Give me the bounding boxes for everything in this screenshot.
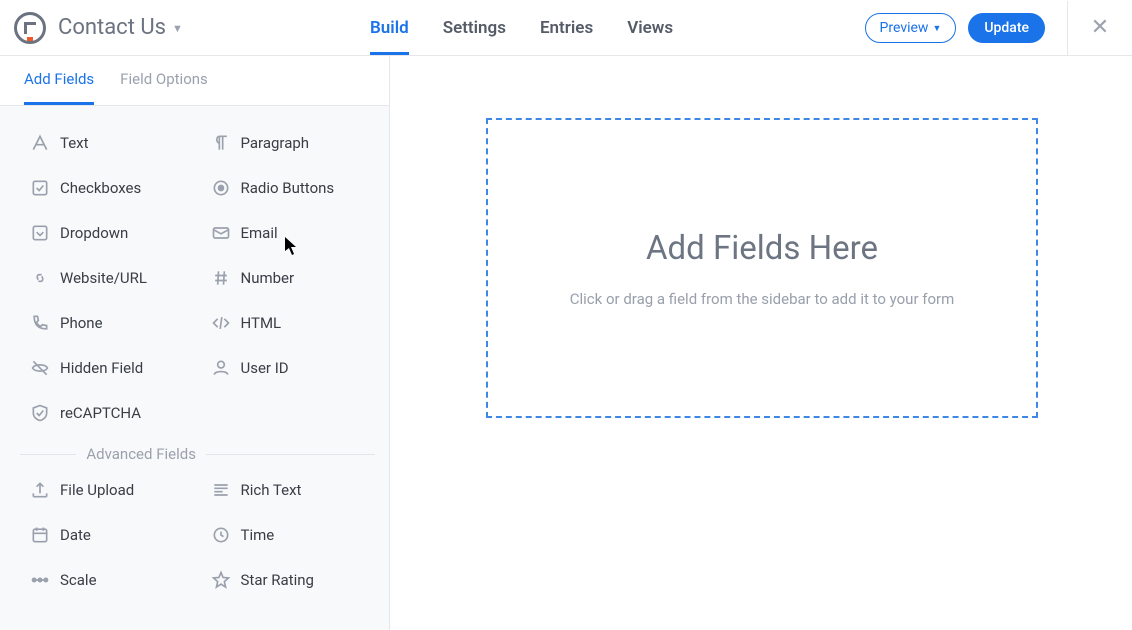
fields-panel: Text Paragraph Checkboxes [0, 106, 389, 602]
field-label: HTML [241, 314, 282, 332]
form-canvas: Add Fields Here Click or drag a field fr… [390, 56, 1132, 630]
field-label: Phone [60, 314, 103, 332]
paragraph-icon [201, 133, 241, 153]
field-time[interactable]: Time [201, 512, 376, 557]
close-icon[interactable]: ✕ [1086, 15, 1114, 40]
preview-label: Preview [880, 20, 929, 36]
tab-build[interactable]: Build [370, 0, 409, 55]
field-text[interactable]: Text [20, 120, 195, 165]
time-icon [201, 525, 241, 545]
field-radio-buttons[interactable]: Radio Buttons [201, 165, 376, 210]
field-label: Rich Text [241, 481, 302, 499]
field-label: reCAPTCHA [60, 404, 141, 422]
body: Add Fields Field Options Text Paragraph [0, 56, 1132, 630]
field-recaptcha[interactable]: reCAPTCHA [20, 390, 195, 435]
divider [1067, 1, 1068, 55]
sidebar-tabs: Add Fields Field Options [0, 56, 389, 106]
star-icon [201, 570, 241, 590]
recaptcha-icon [20, 403, 60, 423]
drop-zone-title: Add Fields Here [646, 229, 878, 268]
tab-entries[interactable]: Entries [540, 0, 593, 55]
field-label: Scale [60, 571, 97, 589]
basic-fields: Text Paragraph Checkboxes [20, 120, 375, 435]
field-html[interactable]: HTML [201, 300, 376, 345]
field-label: Time [241, 526, 275, 544]
field-email[interactable]: Email [201, 210, 376, 255]
tab-settings[interactable]: Settings [443, 0, 506, 55]
hash-icon [201, 268, 241, 288]
hidden-icon [20, 358, 60, 378]
sidebar-tab-add-fields[interactable]: Add Fields [24, 70, 94, 105]
preview-button[interactable]: Preview ▼ [865, 13, 957, 43]
drop-zone-subtitle: Click or drag a field from the sidebar t… [570, 290, 955, 308]
link-icon [20, 268, 60, 288]
user-icon [201, 358, 241, 378]
field-scale[interactable]: Scale [20, 557, 195, 602]
field-file-upload[interactable]: File Upload [20, 467, 195, 512]
dropdown-icon [20, 223, 60, 243]
field-rich-text[interactable]: Rich Text [201, 467, 376, 512]
field-label: Star Rating [241, 571, 314, 589]
advanced-fields-label: Advanced Fields [76, 445, 206, 463]
field-label: Radio Buttons [241, 179, 335, 197]
phone-icon [20, 313, 60, 333]
field-phone[interactable]: Phone [20, 300, 195, 345]
richtext-icon [201, 480, 241, 500]
app-logo [14, 12, 46, 44]
field-checkboxes[interactable]: Checkboxes [20, 165, 195, 210]
sidebar-tab-field-options[interactable]: Field Options [120, 70, 208, 105]
tab-views[interactable]: Views [627, 0, 673, 55]
field-dropdown[interactable]: Dropdown [20, 210, 195, 255]
upload-icon [20, 480, 60, 500]
field-date[interactable]: Date [20, 512, 195, 557]
date-icon [20, 525, 60, 545]
drop-zone[interactable]: Add Fields Here Click or drag a field fr… [486, 118, 1038, 418]
email-icon [201, 223, 241, 243]
top-actions: Preview ▼ Update ✕ [865, 1, 1114, 55]
field-label: Date [60, 526, 91, 544]
field-label: File Upload [60, 481, 134, 499]
sidebar: Add Fields Field Options Text Paragraph [0, 56, 390, 630]
radio-icon [201, 178, 241, 198]
field-label: Paragraph [241, 134, 310, 152]
chevron-down-icon: ▼ [932, 23, 941, 34]
field-label: Checkboxes [60, 179, 141, 197]
chevron-down-icon: ▼ [172, 22, 183, 35]
checkbox-icon [20, 178, 60, 198]
advanced-fields: File Upload Rich Text Date [20, 467, 375, 602]
form-title-dropdown[interactable]: Contact Us ▼ [58, 15, 183, 40]
advanced-fields-header: Advanced Fields [20, 445, 375, 463]
field-label: User ID [241, 359, 289, 377]
code-icon [201, 313, 241, 333]
field-user-id[interactable]: User ID [201, 345, 376, 390]
field-website-url[interactable]: Website/URL [20, 255, 195, 300]
text-icon [20, 133, 60, 153]
field-hidden[interactable]: Hidden Field [20, 345, 195, 390]
main-tabs: Build Settings Entries Views [370, 0, 673, 55]
field-label: Dropdown [60, 224, 128, 242]
top-bar: Contact Us ▼ Build Settings Entries View… [0, 0, 1132, 56]
field-label: Hidden Field [60, 359, 143, 377]
field-label: Website/URL [60, 269, 147, 287]
field-star-rating[interactable]: Star Rating [201, 557, 376, 602]
form-title-label: Contact Us [58, 15, 166, 40]
field-paragraph[interactable]: Paragraph [201, 120, 376, 165]
scale-icon [20, 570, 60, 590]
field-label: Text [60, 134, 89, 152]
field-label: Email [241, 224, 278, 242]
field-label: Number [241, 269, 295, 287]
field-number[interactable]: Number [201, 255, 376, 300]
update-button[interactable]: Update [968, 13, 1045, 43]
